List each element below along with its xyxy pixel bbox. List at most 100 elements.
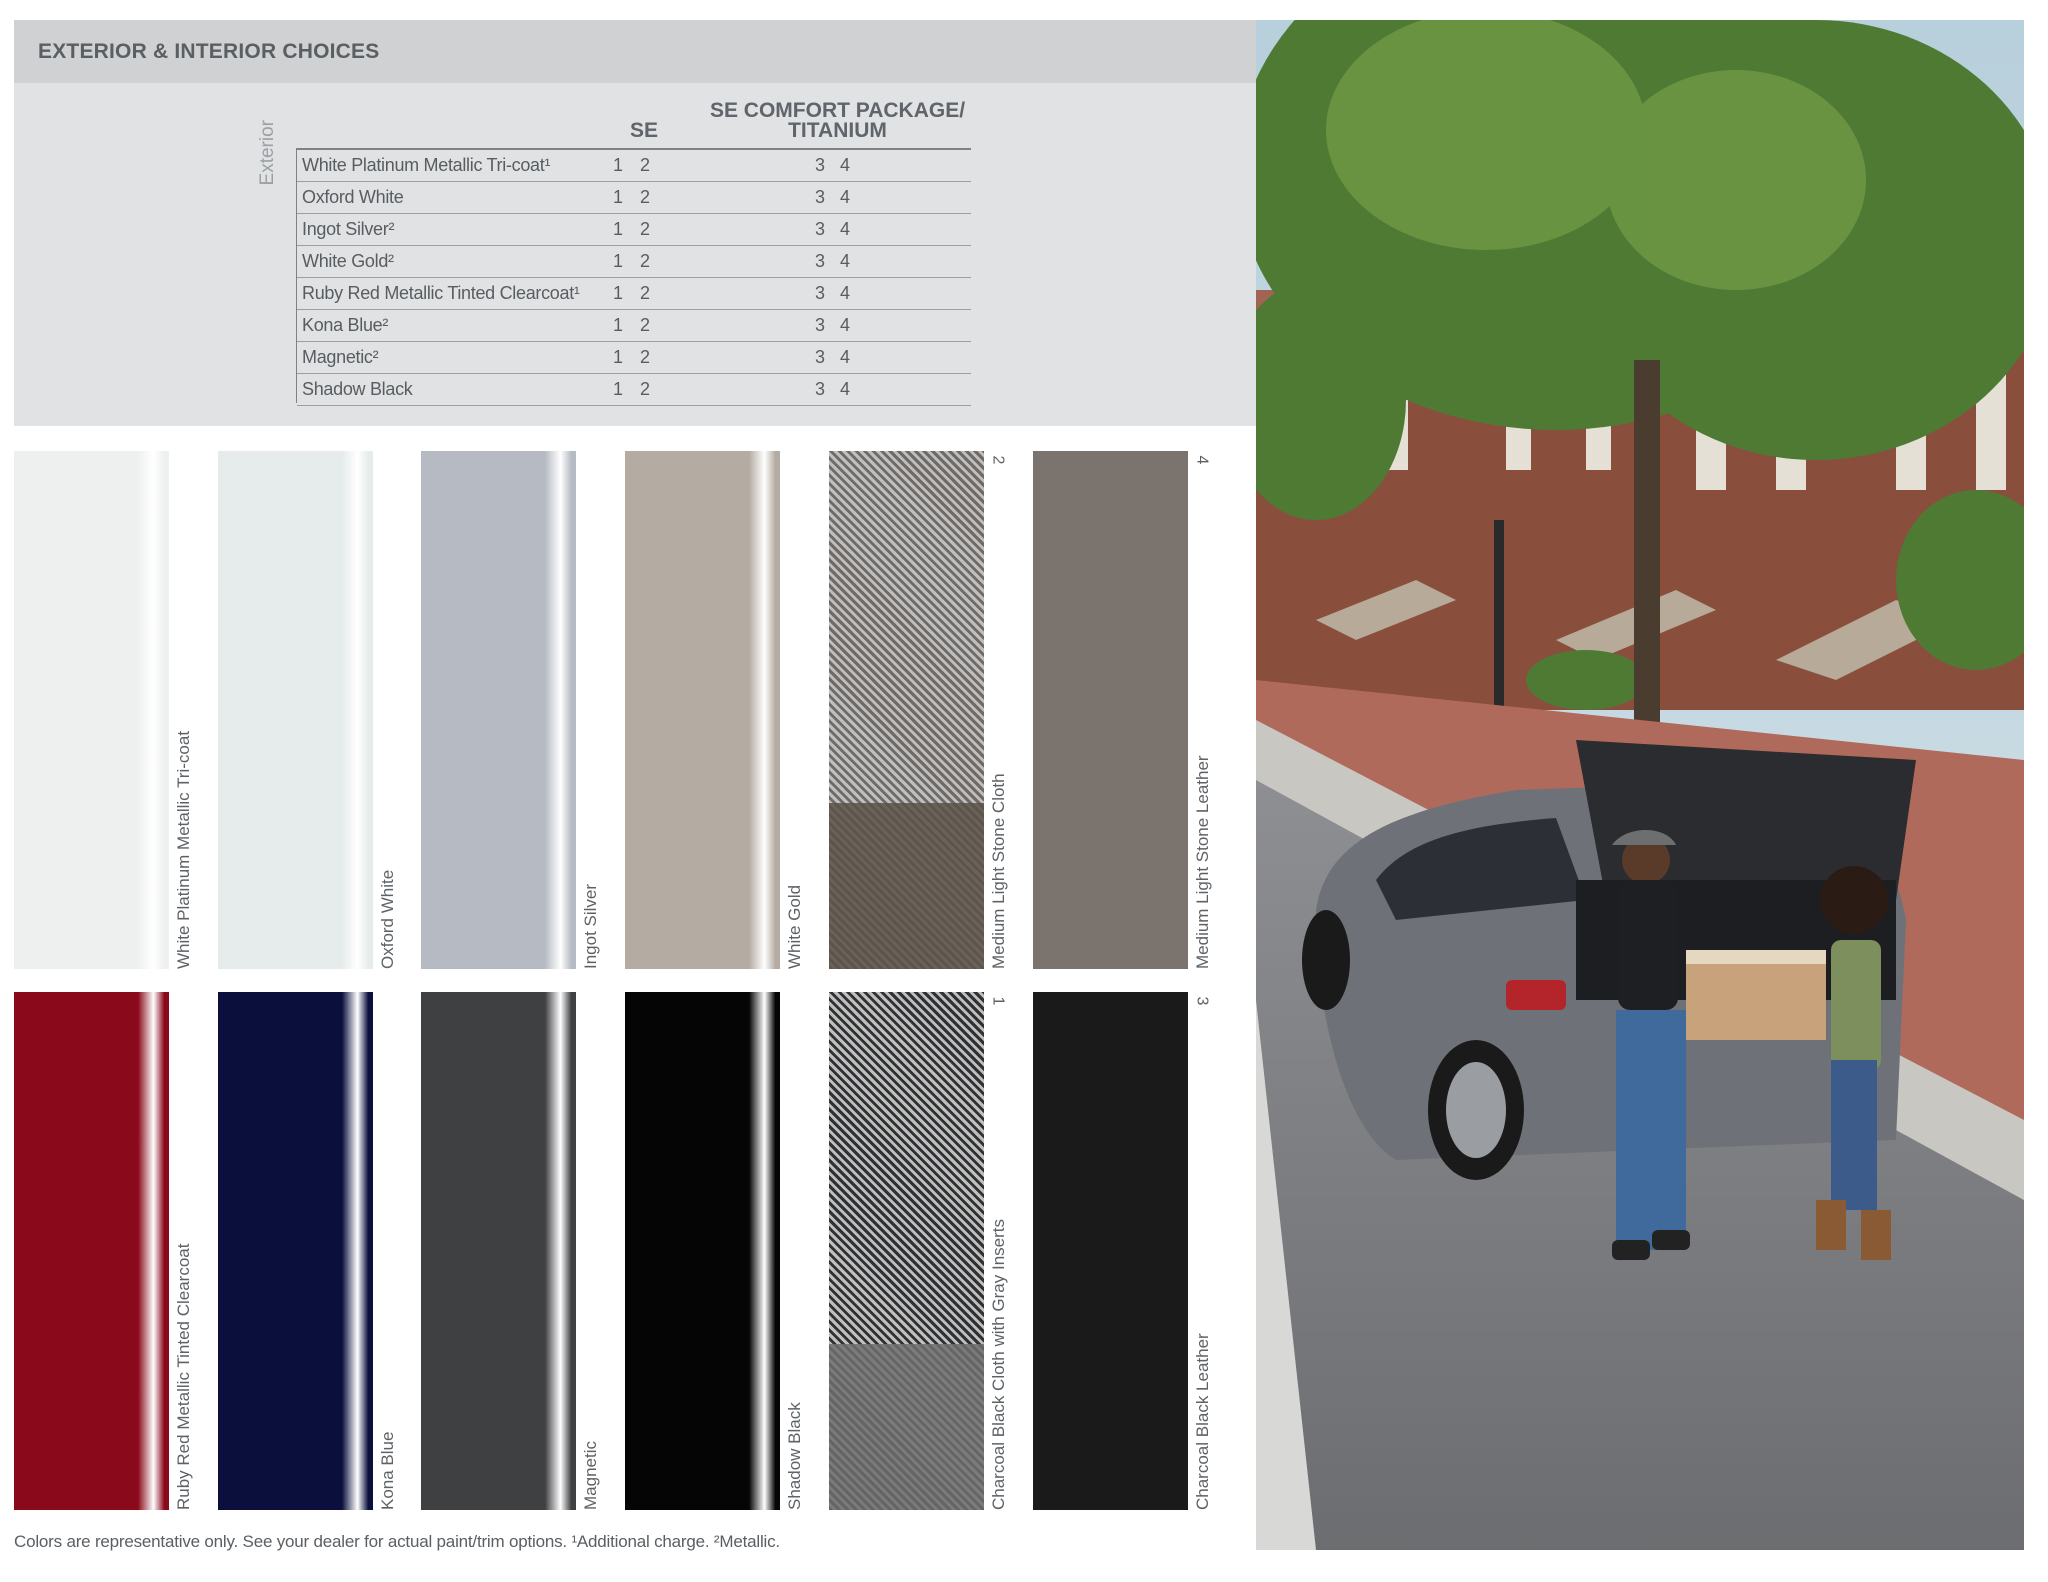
column-header-comfort-titanium: SE COMFORT PACKAGE/ TITANIUM	[700, 99, 975, 142]
swatch-label: Ruby Red Metallic Tinted Clearcoat	[172, 992, 202, 1510]
panel-header: EXTERIOR & INTERIOR CHOICES	[14, 20, 1256, 83]
code-se-2: 2	[634, 341, 656, 374]
color-swatch	[625, 451, 780, 969]
code-titanium-3: 3	[806, 373, 834, 406]
code-titanium-3: 3	[806, 277, 834, 310]
code-titanium-4: 4	[834, 373, 856, 406]
code-se-1: 1	[602, 309, 634, 342]
swatch-label-text: Oxford White	[378, 869, 397, 969]
swatch-label-text: Medium Light Stone Leather	[1193, 755, 1212, 969]
code-se-1: 1	[602, 245, 634, 278]
swatch-label: Ingot Silver	[579, 451, 609, 969]
code-se-1: 1	[602, 277, 634, 310]
code-se-1: 1	[602, 341, 634, 374]
color-swatch	[218, 992, 373, 1510]
color-swatch	[625, 992, 780, 1510]
swatch-label-text: White Gold	[785, 884, 804, 969]
color-swatch	[14, 992, 169, 1510]
swatch-label-text: Kona Blue	[378, 1431, 397, 1510]
code-titanium-4: 4	[834, 245, 856, 278]
color-swatch	[421, 992, 576, 1510]
code-titanium-4: 4	[834, 181, 856, 214]
exterior-side-label: Exterior	[257, 120, 297, 400]
color-swatch	[1033, 992, 1188, 1510]
code-titanium-4: 4	[834, 309, 856, 342]
code-titanium-3: 3	[806, 245, 834, 278]
spacer-cell	[856, 309, 971, 342]
code-se-2: 2	[634, 277, 656, 310]
table-row: Ruby Red Metallic Tinted Clearcoat¹ 1 2 …	[297, 277, 971, 310]
table-row: Oxford White 1 2 3 4	[297, 181, 971, 214]
code-se-1: 1	[602, 213, 634, 246]
color-swatch	[218, 451, 373, 969]
swatch-label-text: Charcoal Black Cloth with Gray Inserts	[989, 1219, 1008, 1510]
color-name: White Platinum Metallic Tri-coat¹	[297, 148, 602, 182]
swatch-label: White Gold	[783, 451, 813, 969]
color-name: White Gold²	[297, 245, 602, 278]
swatch-label: Oxford White	[376, 451, 406, 969]
exterior-label-text: Exterior	[257, 120, 278, 186]
code-se-2: 2	[634, 213, 656, 246]
code-titanium-3: 3	[806, 309, 834, 342]
color-name: Kona Blue²	[297, 309, 602, 342]
code-se-1: 1	[602, 181, 634, 214]
swatch-label-text: Shadow Black	[785, 1402, 804, 1510]
trim-code-number: 3	[1193, 996, 1211, 1006]
spacer-cell	[656, 148, 806, 182]
swatch-label: White Platinum Metallic Tri-coat	[172, 451, 202, 969]
color-swatch	[1033, 451, 1188, 969]
column-header-se: SE	[629, 119, 658, 142]
trim-code-number: 4	[1193, 455, 1211, 465]
street-scene-image	[1256, 20, 2024, 1550]
spacer-cell	[856, 148, 971, 182]
code-titanium-3: 3	[806, 181, 834, 214]
swatch-label-text: Medium Light Stone Cloth	[989, 773, 1008, 969]
spacer-cell	[856, 341, 971, 374]
swatch-label-text: Magnetic	[581, 1441, 600, 1510]
swatch-label-text: Charcoal Black Leather	[1193, 1333, 1212, 1510]
code-se-2: 2	[634, 373, 656, 406]
trim-code-number: 2	[989, 455, 1007, 465]
swatch-label: Medium Light Stone Cloth	[987, 451, 1017, 969]
table-row: Shadow Black 1 2 3 4	[297, 373, 971, 406]
swatch-label-text: White Platinum Metallic Tri-coat	[174, 730, 193, 969]
swatch-label: Shadow Black	[783, 992, 813, 1510]
swatch-label: Kona Blue	[376, 992, 406, 1510]
code-titanium-4: 4	[834, 148, 856, 182]
page-title: EXTERIOR & INTERIOR CHOICES	[38, 40, 380, 63]
table-row: Magnetic² 1 2 3 4	[297, 341, 971, 374]
code-titanium-3: 3	[806, 213, 834, 246]
color-swatch	[829, 451, 984, 969]
code-se-1: 1	[602, 148, 634, 182]
table-row: White Gold² 1 2 3 4	[297, 245, 971, 278]
code-titanium-3: 3	[806, 148, 834, 182]
column-header-line1: SE COMFORT PACKAGE/	[709, 99, 966, 122]
spacer-cell	[656, 213, 806, 246]
spacer-cell	[856, 181, 971, 214]
spacer-cell	[656, 341, 806, 374]
swatch-label: Charcoal Black Cloth with Gray Inserts	[987, 992, 1017, 1510]
spacer-cell	[656, 277, 806, 310]
color-name: Ingot Silver²	[297, 213, 602, 246]
code-se-1: 1	[602, 373, 634, 406]
spacer-cell	[656, 309, 806, 342]
swatch-label: Charcoal Black Leather	[1191, 992, 1221, 1510]
code-se-2: 2	[634, 245, 656, 278]
spacer-cell	[656, 373, 806, 406]
color-name: Ruby Red Metallic Tinted Clearcoat¹	[297, 277, 602, 310]
code-titanium-4: 4	[834, 277, 856, 310]
column-header-line2: TITANIUM	[788, 119, 887, 142]
spacer-cell	[656, 181, 806, 214]
spacer-cell	[856, 277, 971, 310]
code-titanium-3: 3	[806, 341, 834, 374]
color-name: Magnetic²	[297, 341, 602, 374]
table-row: Kona Blue² 1 2 3 4	[297, 309, 971, 342]
hero-photo	[1256, 20, 2024, 1550]
footnote: Colors are representative only. See your…	[14, 1532, 780, 1551]
color-name: Oxford White	[297, 181, 602, 214]
spacer-cell	[856, 245, 971, 278]
spacer-cell	[656, 245, 806, 278]
code-se-2: 2	[634, 309, 656, 342]
swatch-label-text: Ingot Silver	[581, 883, 600, 969]
color-availability-table: White Platinum Metallic Tri-coat¹ 1 2 3 …	[297, 148, 971, 406]
